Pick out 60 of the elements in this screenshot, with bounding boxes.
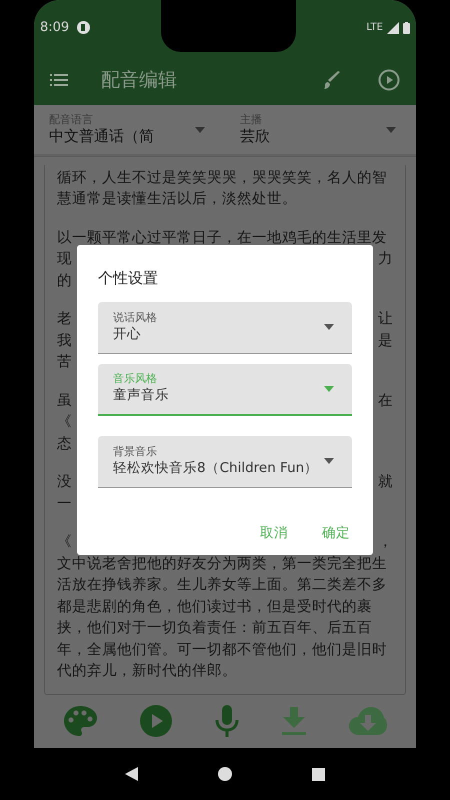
article-text: 《: [57, 412, 72, 432]
article-text: 循环，人生不过是笑笑哭哭，哭哭笑笑，名人的智: [57, 168, 387, 188]
dropdown-caret-icon: [324, 386, 334, 392]
selector-value: 中文普通话（简: [49, 127, 154, 146]
field-label: 音乐风格: [113, 372, 158, 386]
article-text: 的: [57, 270, 72, 291]
article-text: 活放在挣钱养家。生儿养女等上面。第二类差不多: [57, 575, 387, 596]
article-text: 年，全属他们管。可一切都不管他们，他们是旧时: [57, 640, 387, 660]
play-circle-icon[interactable]: [378, 69, 400, 91]
microphone-button[interactable]: [214, 705, 239, 737]
dialog-button[interactable]: 确定: [322, 522, 350, 543]
app-notification-icon: [77, 21, 90, 34]
menu-icon[interactable]: [50, 74, 68, 86]
palette-button[interactable]: [63, 705, 98, 737]
dialog-button[interactable]: 取消: [260, 522, 288, 543]
field-label: 背景音乐: [113, 444, 158, 459]
field-value: 轻松欢快音乐8（Children Fun）: [113, 458, 318, 478]
dropdown-caret-icon: [195, 126, 205, 132]
dropdown-field[interactable]: 背景音乐 轻松欢快音乐8（Children Fun）: [98, 436, 352, 488]
article-text: 挟，他们对于一切负着责任：前五百年、后五百: [57, 618, 372, 638]
dropdown-caret-icon: [386, 126, 396, 132]
dropdown-caret-icon: [324, 458, 334, 464]
article-text: 让: [378, 309, 393, 330]
article-text: 一: [57, 494, 72, 514]
article-text: 以一颗平常心过平常日子，在一地鸡毛的生活里发: [57, 228, 387, 248]
play-button[interactable]: [140, 705, 172, 737]
article-text: 在: [378, 390, 393, 411]
selector-value: 芸欣: [240, 127, 270, 146]
network-type: LTE: [366, 21, 383, 35]
field-value: 童声音乐: [113, 386, 169, 405]
article-text: 《: [57, 532, 72, 552]
app-title: 配音编辑: [101, 68, 177, 93]
article-text: 就: [378, 472, 393, 492]
status-time: 8:09: [40, 18, 70, 37]
article-text: 力: [378, 249, 393, 270]
dropdown-field[interactable]: 说话风格 开心: [98, 302, 352, 354]
field-value: 开心: [113, 324, 142, 344]
recents-icon[interactable]: [312, 768, 325, 780]
article-text: 老: [57, 309, 72, 330]
signal-icon: [386, 22, 399, 34]
article-text: 是: [378, 330, 393, 351]
brush-icon[interactable]: [323, 71, 341, 89]
article-text: 都是悲剧的角色，他们读过书，但是受时代的裹: [57, 596, 372, 617]
article-text: 没: [57, 472, 72, 492]
article-text: ，: [378, 532, 393, 552]
battery-icon: [402, 22, 410, 34]
article-text: 现: [57, 249, 72, 270]
home-icon[interactable]: [218, 767, 232, 781]
article-text: 虽: [57, 390, 72, 411]
article-text: 代的弃儿，新时代的伴郎。: [57, 661, 237, 682]
article-text: 我: [57, 330, 72, 351]
article-text: 文中说老舍把他的好友分为两类，第一类完全把生: [57, 554, 387, 574]
article-text: 苦: [57, 352, 72, 372]
dialog-title: 个性设置: [98, 268, 159, 289]
dropdown-caret-icon: [324, 324, 334, 330]
dropdown-field[interactable]: 音乐风格 童声音乐: [98, 364, 352, 416]
field-label: 说话风格: [113, 310, 157, 325]
article-text: 慧通常是读懂生活以后，淡然处世。: [57, 189, 297, 210]
article-text: 态: [57, 434, 72, 454]
back-icon[interactable]: [125, 767, 138, 781]
